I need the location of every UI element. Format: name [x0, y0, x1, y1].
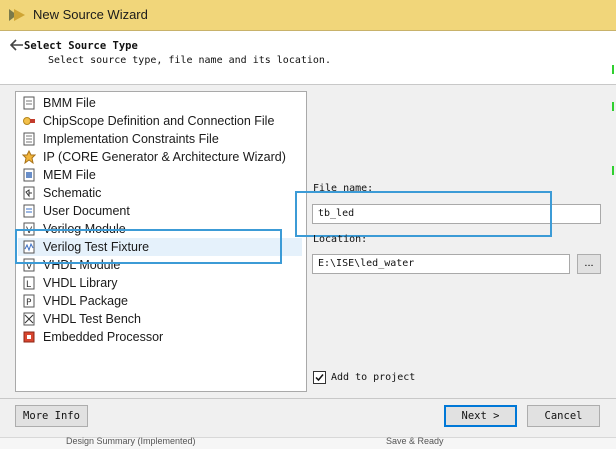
schematic-icon	[23, 186, 35, 200]
embedded-processor-icon	[23, 331, 35, 343]
background-taskbar: Design Summary (Implemented) Save & Read…	[0, 436, 616, 449]
page-subtitle: Select source type, file name and its lo…	[48, 55, 331, 66]
add-to-project-label[interactable]: Add to project	[331, 372, 415, 383]
window-title: New Source Wizard	[33, 7, 148, 22]
location-label: Location:	[313, 234, 368, 245]
ip-core-icon	[22, 150, 36, 164]
source-type-label: ChipScope Definition and Connection File	[43, 114, 275, 128]
source-type-item[interactable]: User Document	[18, 202, 302, 220]
source-type-item[interactable]: BMM File	[18, 94, 302, 112]
chipscope-icon	[23, 117, 35, 125]
source-type-item[interactable]: MEM File	[18, 166, 302, 184]
taskbar-item: Save & Ready	[386, 436, 444, 446]
source-type-label: User Document	[43, 204, 130, 218]
footer-divider	[0, 398, 616, 399]
source-type-label: VHDL Test Bench	[43, 312, 141, 326]
cancel-button[interactable]: Cancel	[527, 405, 600, 427]
new-source-wizard-window: New Source Wizard Select Source Type Sel…	[0, 0, 616, 449]
vhdl-package-icon: P	[23, 294, 35, 308]
source-type-item[interactable]: VHDL Test Bench	[18, 310, 302, 328]
source-type-item[interactable]: L VHDL Library	[18, 274, 302, 292]
next-button[interactable]: Next >	[444, 405, 517, 427]
ise-logo-icon	[9, 9, 25, 21]
selection-annotation-box	[15, 229, 282, 264]
source-type-label: Embedded Processor	[43, 330, 164, 344]
source-type-item[interactable]: ChipScope Definition and Connection File	[18, 112, 302, 130]
page-title: Select Source Type	[24, 40, 138, 52]
taskbar-item: Design Summary (Implemented)	[66, 436, 196, 446]
source-type-label: MEM File	[43, 168, 96, 182]
source-type-item[interactable]: Schematic	[18, 184, 302, 202]
source-type-label: Implementation Constraints File	[43, 132, 219, 146]
add-to-project-checkbox[interactable]	[313, 371, 326, 384]
bmm-file-icon	[23, 96, 35, 110]
source-type-label: IP (CORE Generator & Architecture Wizard…	[43, 150, 286, 164]
edge-marker	[612, 102, 614, 111]
location-input[interactable]: E:\ISE\led_water	[312, 254, 570, 274]
vhdl-library-icon: L	[23, 276, 35, 290]
svg-text:L: L	[26, 280, 31, 290]
edge-marker	[612, 166, 614, 175]
source-type-item[interactable]: IP (CORE Generator & Architecture Wizard…	[18, 148, 302, 166]
svg-text:P: P	[26, 298, 32, 308]
source-type-label: VHDL Library	[43, 276, 118, 290]
checkmark-icon	[315, 374, 324, 382]
edge-marker	[612, 65, 614, 74]
more-info-button[interactable]: More Info	[15, 405, 88, 427]
source-type-item[interactable]: Implementation Constraints File	[18, 130, 302, 148]
source-type-label: Schematic	[43, 186, 102, 200]
source-type-item[interactable]: P VHDL Package	[18, 292, 302, 310]
mem-file-icon	[23, 168, 35, 182]
constraints-file-icon	[23, 132, 35, 146]
user-document-icon	[23, 204, 35, 218]
title-bar: New Source Wizard	[0, 0, 616, 31]
source-type-label: VHDL Package	[43, 294, 128, 308]
file-name-annotation-box	[295, 191, 552, 237]
wizard-header: Select Source Type Select source type, f…	[0, 31, 616, 85]
source-type-item[interactable]: Embedded Processor	[18, 328, 302, 346]
vhdl-test-bench-icon	[23, 312, 35, 326]
back-arrow-icon[interactable]	[10, 39, 24, 51]
browse-button[interactable]: ...	[577, 254, 601, 274]
source-type-label: BMM File	[43, 96, 96, 110]
